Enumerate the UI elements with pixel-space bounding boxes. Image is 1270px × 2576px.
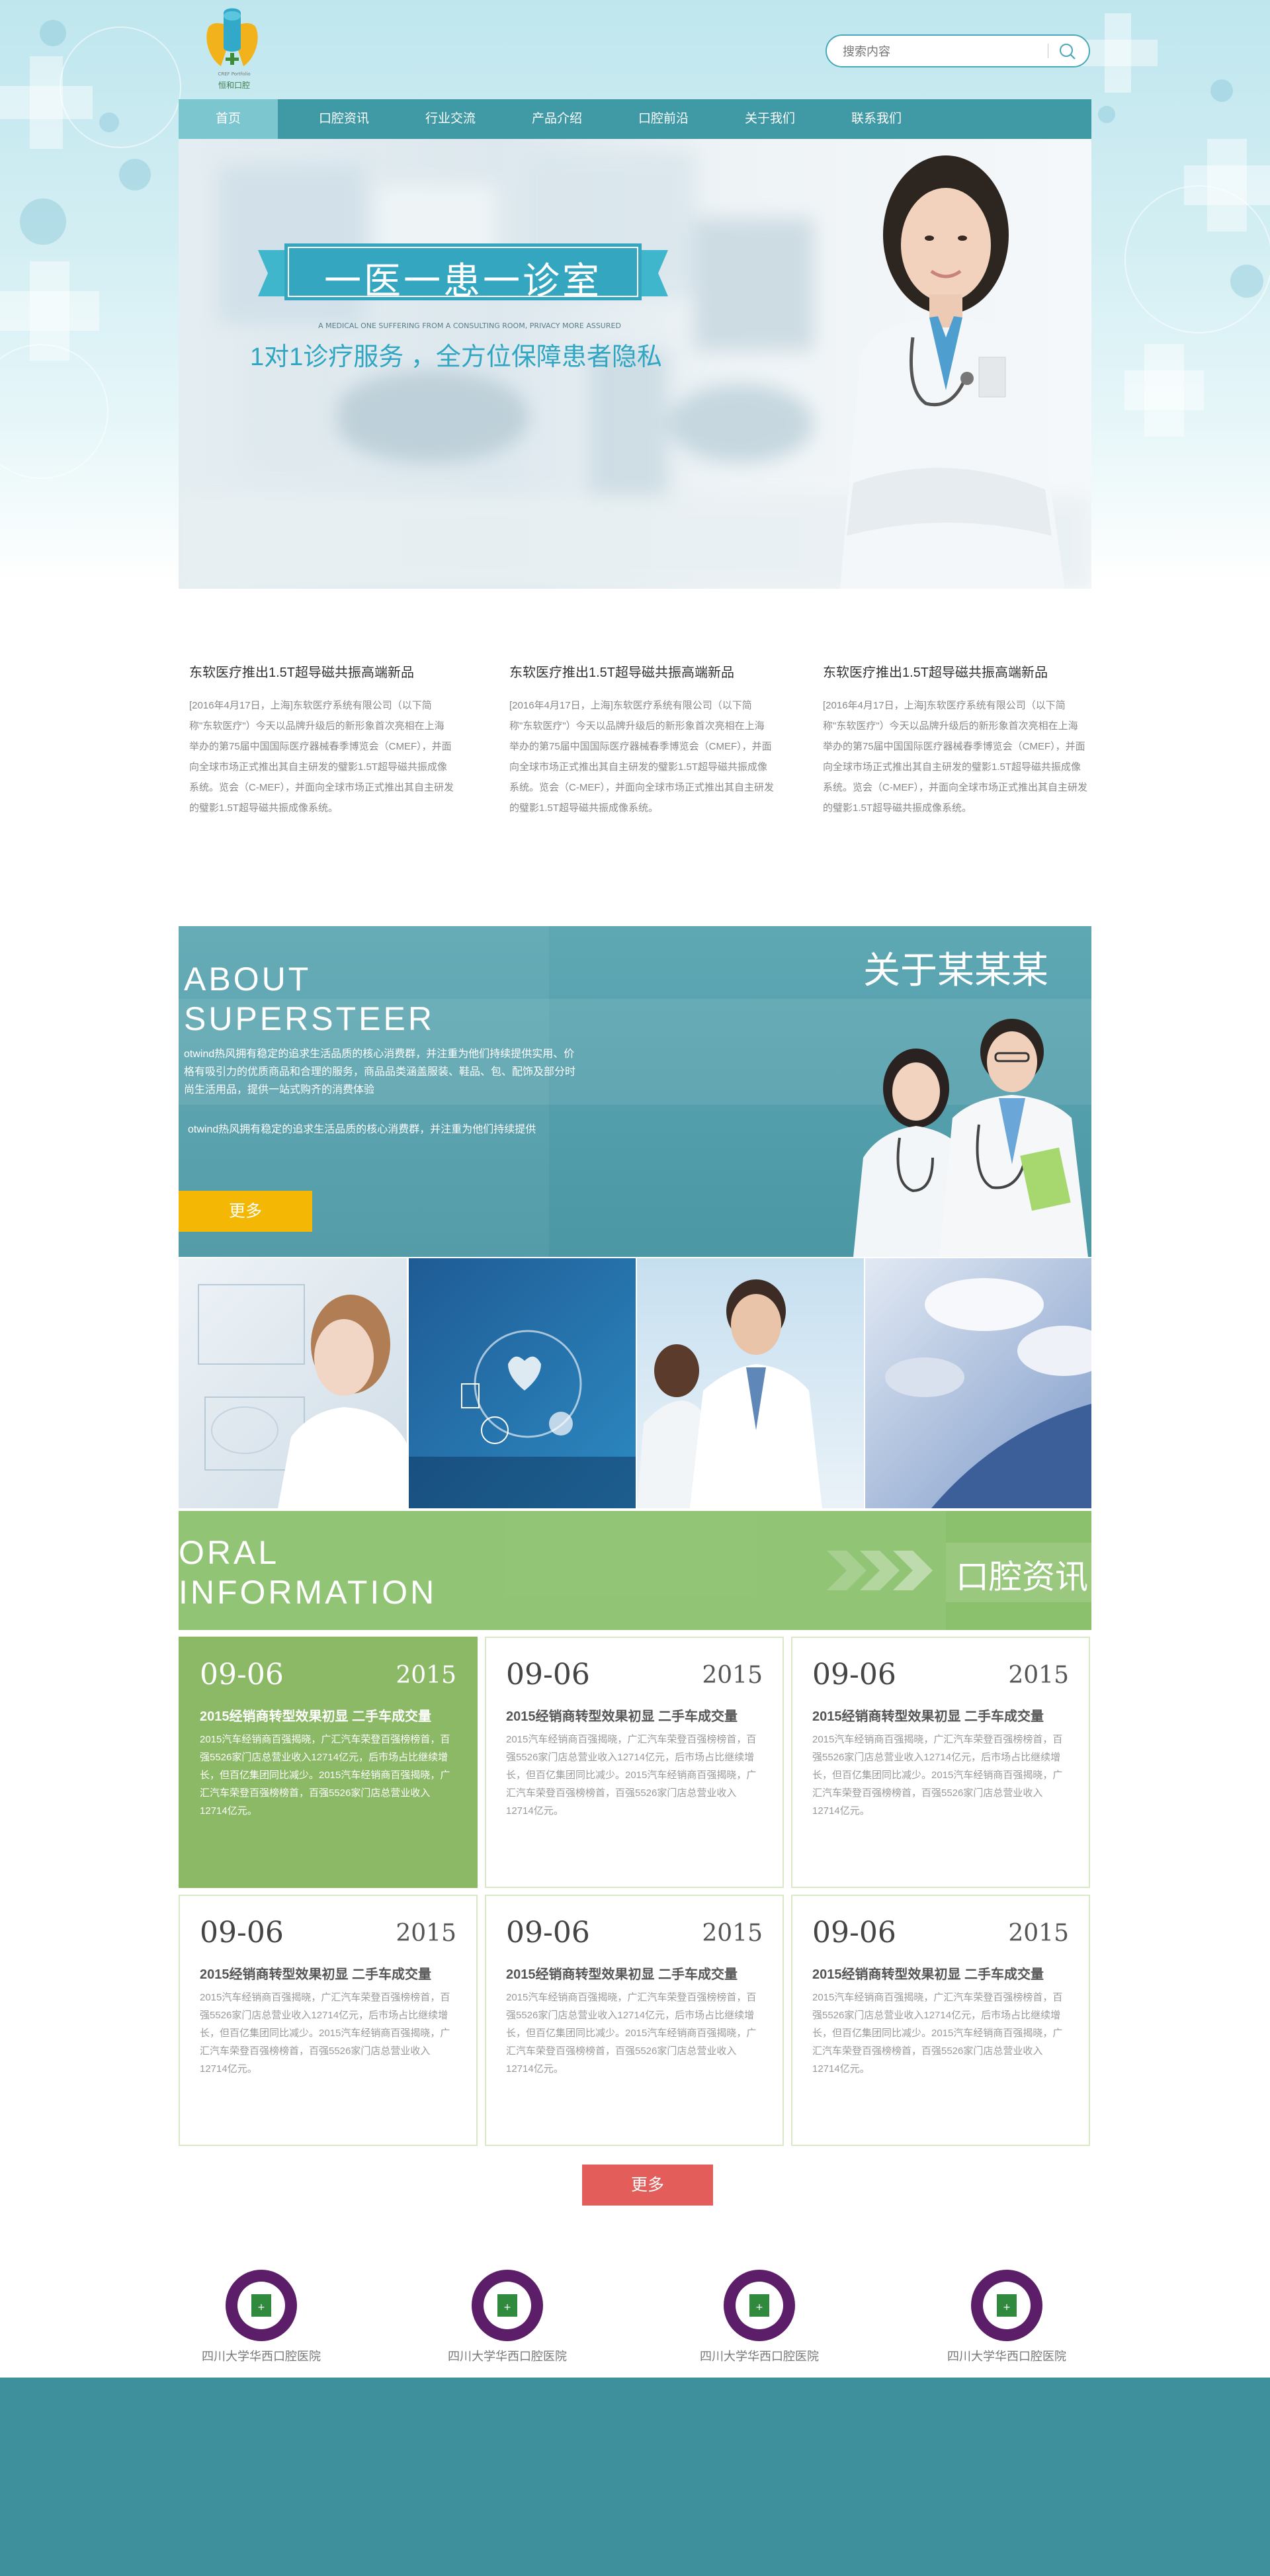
card-year: 2015 [702,1662,763,1689]
news-body: [2016年4月17日，上海]东软医疗系统有限公司（以下简称"东软医疗"）今天以… [189,700,454,814]
svg-text:+: + [503,2302,511,2313]
search-input[interactable] [841,42,1042,62]
main-nav: 首页 口腔资讯 行业交流 产品介绍 口腔前沿 关于我们 联系我们 [179,99,1091,139]
doctor-team-image [637,1279,822,1508]
news-title[interactable]: 东软医疗推出1.5T超导磁共振高端新品 [189,662,454,681]
photo-tile-doctor-hands[interactable] [409,1258,636,1508]
card-date: 09-06 [200,1658,284,1692]
photo-tile-pills[interactable] [865,1258,1091,1508]
oral-heading-cn: 口腔资讯 [956,1559,1088,1596]
photo-tile-medical-research[interactable] [179,1258,407,1508]
card-date: 09-06 [812,1916,896,1950]
news-body: [2016年4月17日，上海]东软医疗系统有限公司（以下简称"东软医疗"）今天以… [509,700,774,814]
news-body: [2016年4月17日，上海]东软医疗系统有限公司（以下简称"东软医疗"）今天以… [823,700,1087,814]
card-body: 2015汽车经销商百强揭晓，广汇汽车荣登百强榜榜首，百强5526家门店总营业收入… [812,1992,1063,2075]
nav-item-contact-us[interactable]: 联系我们 [827,99,926,139]
card-title[interactable]: 2015经销商转型效果初显 二手车成交量 [812,1705,1044,1725]
news-title[interactable]: 东软医疗推出1.5T超导磁共振高端新品 [509,662,774,681]
card-body: 2015汽车经销商百强揭晓，广汇汽车荣登百强榜榜首，百强5526家门店总营业收入… [200,1734,450,1817]
card-title[interactable]: 2015经销商转型效果初显 二手车成交量 [506,1705,738,1725]
about-heading-cn: 关于某某某 [863,949,1048,991]
doctors-photo [853,1019,1088,1257]
news-card[interactable]: 09-06 2015 2015经销商转型效果初显 二手车成交量 2015汽车经销… [791,1895,1090,2146]
hero-title: 一医一患一诊室 [324,260,602,302]
news-card[interactable]: 09-06 2015 2015经销商转型效果初显 二手车成交量 2015汽车经销… [791,1637,1090,1888]
card-title[interactable]: 2015经销商转型效果初显 二手车成交量 [506,1963,738,1983]
site-logo[interactable]: CREF Portfolio 恒和口腔 [196,7,269,93]
about-paragraph: otwind热风拥有稳定的追求生活品质的核心消费群，并注重为他们持续提供实用、价… [184,1049,576,1095]
chevron-arrows-icon [827,1551,933,1590]
news-item[interactable]: 东软医疗推出1.5T超导磁共振高端新品 [2016年4月17日，上海]东软医疗系… [509,662,774,818]
card-body: 2015汽车经销商百强揭晓，广汇汽车荣登百强榜榜首，百强5526家门店总营业收入… [812,1734,1063,1817]
news-card[interactable]: 09-06 2015 2015经销商转型效果初显 二手车成交量 2015汽车经销… [179,1895,478,2146]
pills-image [885,1278,1091,1508]
nav-item-industry-exchange[interactable]: 行业交流 [401,99,500,139]
card-year: 2015 [396,1662,456,1689]
nav-item-home[interactable]: 首页 [179,99,278,139]
card-title[interactable]: 2015经销商转型效果初显 二手车成交量 [200,1705,431,1725]
svg-text:+: + [257,2302,265,2313]
photo-tile-doctor-team[interactable] [637,1258,864,1508]
search-button[interactable] [1054,40,1081,64]
nav-item-about-us[interactable]: 关于我们 [720,99,820,139]
logo-name: 恒和口腔 [218,81,250,90]
news-card[interactable]: 09-06 2015 2015经销商转型效果初显 二手车成交量 2015汽车经销… [485,1895,784,2146]
hero-subtitle-en: A MEDICAL ONE SUFFERING FROM A CONSULTIN… [318,322,621,330]
oral-heading-en-line2: INFORMATION [179,1574,437,1611]
card-date: 09-06 [506,1916,590,1950]
oral-heading-en-line1: ORAL [179,1534,280,1571]
about-heading-en-line2: SUPERSTEER [184,1000,435,1037]
partner-label: 四川大学华西口腔医院 [700,2350,819,2363]
hospital-seal-logo[interactable]: + [970,2269,1043,2342]
nav-item-products[interactable]: 产品介绍 [507,99,607,139]
news-item[interactable]: 东软医疗推出1.5T超导磁共振高端新品 [2016年4月17日，上海]东软医疗系… [823,662,1087,818]
logo-small-text: CREF Portfolio [218,71,251,77]
hero-tagline: 1对1诊疗服务 ，全方位保障患者隐私 [250,343,662,371]
about-more-button[interactable]: 更多 [179,1191,312,1232]
card-body: 2015汽车经销商百强揭晓，广汇汽车荣登百强榜榜首，百强5526家门店总营业收入… [200,1992,450,2075]
oral-information-banner: ORAL INFORMATION 口腔资讯 [179,1511,1091,1630]
nav-item-oral-frontier[interactable]: 口腔前沿 [614,99,713,139]
card-body: 2015汽车经销商百强揭晓，广汇汽车荣登百强榜榜首，百强5526家门店总营业收入… [506,1734,757,1817]
card-year: 2015 [1008,1662,1069,1689]
svg-text:+: + [755,2302,763,2313]
search-icon [1060,44,1076,60]
hands-icons-image [409,1330,636,1508]
card-date: 09-06 [812,1658,896,1692]
about-paragraph: otwind热风拥有稳定的追求生活品质的核心消费群，并注重为他们持续提供 [188,1124,536,1135]
hospital-seal-logo[interactable]: + [723,2269,796,2342]
card-date: 09-06 [506,1658,590,1692]
news-title[interactable]: 东软医疗推出1.5T超导磁共振高端新品 [823,662,1087,681]
card-title[interactable]: 2015经销商转型效果初显 二手车成交量 [200,1963,431,1983]
news-item[interactable]: 东软医疗推出1.5T超导磁共振高端新品 [2016年4月17日，上海]东软医疗系… [189,662,454,818]
search-box [826,34,1090,67]
nav-item-oral-news[interactable]: 口腔资讯 [294,99,394,139]
hospital-seal-logo[interactable]: + [225,2269,298,2342]
hospital-seal-logo[interactable]: + [471,2269,544,2342]
about-section: ABOUT SUPERSTEER 关于某某某 otwind热风拥有稳定的追求生活… [179,926,1091,1257]
partner-label: 四川大学华西口腔医院 [202,2350,321,2363]
partner-label: 四川大学华西口腔医院 [947,2350,1066,2363]
doctor-photo [840,155,1065,589]
hero-banner: 一医一患一诊室 A MEDICAL ONE SUFFERING FROM A C… [179,139,1091,589]
svg-text:+: + [1003,2302,1011,2313]
news-card[interactable]: 09-06 2015 2015经销商转型效果初显 二手车成交量 2015汽车经销… [485,1637,784,1888]
card-year: 2015 [1008,1920,1069,1947]
card-year: 2015 [702,1920,763,1947]
card-title[interactable]: 2015经销商转型效果初显 二手车成交量 [812,1963,1044,1983]
cards-more-button[interactable]: 更多 [582,2165,713,2206]
card-date: 09-06 [200,1916,284,1950]
card-year: 2015 [396,1920,456,1947]
news-card[interactable]: 09-06 2015 2015经销商转型效果初显 二手车成交量 2015汽车经销… [179,1637,478,1888]
partner-label: 四川大学华西口腔医院 [448,2350,567,2363]
researcher-image [198,1284,407,1508]
card-body: 2015汽车经销商百强揭晓，广汇汽车荣登百强榜榜首，百强5526家门店总营业收入… [506,1992,757,2075]
about-heading-en-line1: ABOUT [184,961,312,998]
footer [0,2378,1270,2576]
